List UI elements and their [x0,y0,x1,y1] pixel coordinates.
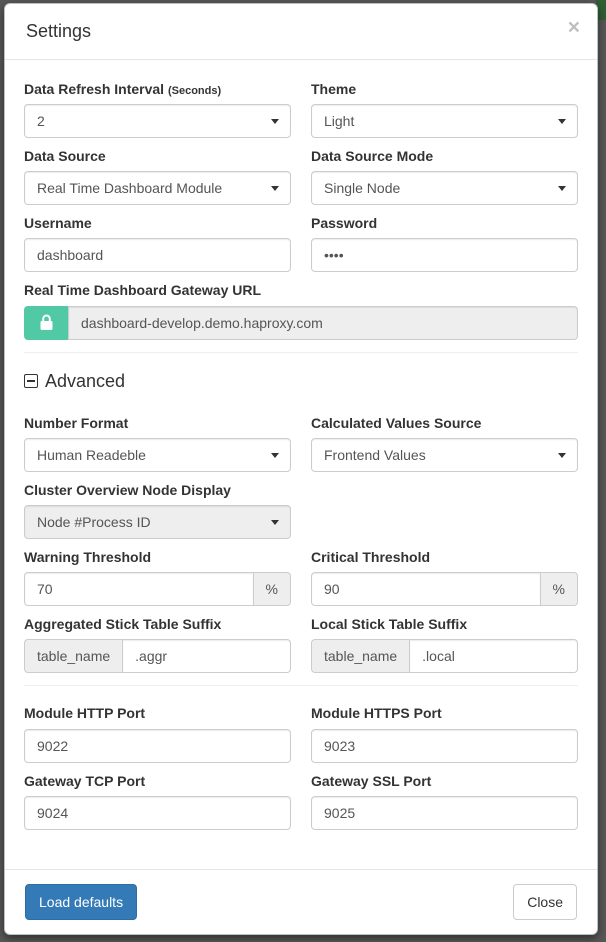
gateway-url-group [24,306,578,340]
warning-threshold-label: Warning Threshold [24,548,291,566]
gateway-url-input [68,306,578,340]
gateway-ssl-port-input[interactable] [311,796,578,830]
warning-threshold-group: % [24,572,291,606]
password-input[interactable] [311,238,578,272]
chevron-down-icon [558,453,566,458]
cluster-overview-node-display-value: Node #Process ID [37,512,151,532]
percent-addon: % [541,572,578,606]
field-cluster-overview-node-display: Cluster Overview Node Display Node #Proc… [24,481,291,539]
refresh-interval-select[interactable]: 2 [24,104,291,138]
chevron-down-icon [271,520,279,525]
module-http-port-input[interactable] [24,729,291,763]
data-source-label: Data Source [24,147,291,165]
modal-footer: Load defaults Close [5,869,597,934]
number-format-label: Number Format [24,414,291,432]
password-label: Password [311,214,578,232]
refresh-interval-label-unit: (Seconds) [168,85,221,97]
field-number-format: Number Format Human Readeble [24,414,291,472]
data-source-select[interactable]: Real Time Dashboard Module [24,171,291,205]
theme-value: Light [324,111,354,131]
chevron-down-icon [271,186,279,191]
field-gateway-url: Real Time Dashboard Gateway URL [24,281,578,339]
aggregated-suffix-group: table_name [24,639,291,673]
data-source-mode-value: Single Node [324,178,400,198]
cluster-overview-node-display-select: Node #Process ID [24,505,291,539]
aggregated-suffix-input[interactable] [122,639,291,673]
divider [24,352,578,353]
refresh-interval-label: Data Refresh Interval (Seconds) [24,80,291,98]
lock-icon [24,306,68,340]
module-http-port-label: Module HTTP Port [24,704,291,722]
field-refresh-interval: Data Refresh Interval (Seconds) 2 [24,80,291,138]
modal-header: Settings × [5,4,597,60]
field-password: Password [311,214,578,272]
field-data-source-mode: Data Source Mode Single Node [311,147,578,205]
module-https-port-label: Module HTTPS Port [311,704,578,722]
warning-threshold-input[interactable] [24,572,254,606]
chevron-down-icon [558,186,566,191]
critical-threshold-group: % [311,572,578,606]
local-suffix-label: Local Stick Table Suffix [311,615,578,633]
field-warning-threshold: Warning Threshold % [24,548,291,606]
field-calculated-values-source: Calculated Values Source Frontend Values [311,414,578,472]
field-critical-threshold: Critical Threshold % [311,548,578,606]
calculated-values-source-select[interactable]: Frontend Values [311,438,578,472]
module-https-port-input[interactable] [311,729,578,763]
modal-title: Settings [26,19,576,45]
close-icon[interactable]: × [568,17,580,38]
data-source-value: Real Time Dashboard Module [37,178,222,198]
chevron-down-icon [271,119,279,124]
divider [24,685,578,686]
settings-modal: Settings × Data Refresh Interval (Second… [4,3,598,935]
chevron-down-icon [558,119,566,124]
gateway-ssl-port-label: Gateway SSL Port [311,772,578,790]
gateway-tcp-port-label: Gateway TCP Port [24,772,291,790]
calculated-values-source-value: Frontend Values [324,445,426,465]
field-gateway-ssl-port: Gateway SSL Port [311,772,578,830]
field-module-https-port: Module HTTPS Port [311,704,578,762]
theme-label: Theme [311,80,578,98]
advanced-section-toggle[interactable]: Advanced [24,371,578,392]
data-source-mode-label: Data Source Mode [311,147,578,165]
field-local-suffix: Local Stick Table Suffix table_name [311,615,578,673]
percent-addon: % [254,572,291,606]
load-defaults-button[interactable]: Load defaults [25,884,137,920]
table-name-addon: table_name [24,639,122,673]
aggregated-suffix-label: Aggregated Stick Table Suffix [24,615,291,633]
gateway-url-label: Real Time Dashboard Gateway URL [24,281,578,299]
refresh-interval-value: 2 [37,111,45,131]
gateway-tcp-port-input[interactable] [24,796,291,830]
number-format-value: Human Readeble [37,445,146,465]
theme-select[interactable]: Light [311,104,578,138]
field-module-http-port: Module HTTP Port [24,704,291,762]
field-theme: Theme Light [311,80,578,138]
field-gateway-tcp-port: Gateway TCP Port [24,772,291,830]
chevron-down-icon [271,453,279,458]
table-name-addon: table_name [311,639,409,673]
username-input[interactable] [24,238,291,272]
number-format-select[interactable]: Human Readeble [24,438,291,472]
cluster-overview-node-display-label: Cluster Overview Node Display [24,481,291,499]
field-username: Username [24,214,291,272]
modal-body: Data Refresh Interval (Seconds) 2 Theme … [5,60,597,869]
advanced-label: Advanced [45,371,125,392]
data-source-mode-select[interactable]: Single Node [311,171,578,205]
field-aggregated-suffix: Aggregated Stick Table Suffix table_name [24,615,291,673]
calculated-values-source-label: Calculated Values Source [311,414,578,432]
close-button[interactable]: Close [513,884,577,920]
field-data-source: Data Source Real Time Dashboard Module [24,147,291,205]
username-label: Username [24,214,291,232]
collapse-minus-icon [24,374,38,388]
local-suffix-input[interactable] [409,639,578,673]
local-suffix-group: table_name [311,639,578,673]
critical-threshold-label: Critical Threshold [311,548,578,566]
critical-threshold-input[interactable] [311,572,541,606]
